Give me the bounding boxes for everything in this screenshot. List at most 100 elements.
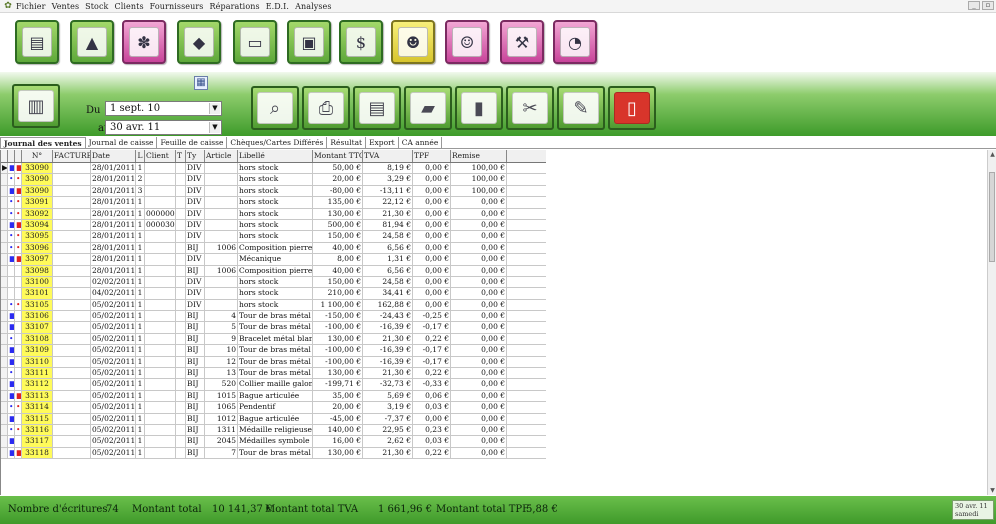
vertical-scrollbar[interactable]: ▲ ▼ <box>987 150 996 495</box>
minimize-icon[interactable]: _ <box>968 1 980 10</box>
scroll-down-icon[interactable]: ▼ <box>988 486 996 495</box>
cell-amount: 130,00 € <box>313 208 363 219</box>
table-row[interactable]: ■■3309728/01/20111DIVMécanique8,00 €1,31… <box>1 254 546 266</box>
table-row[interactable]: • • 33116 05/02/2011 1 BIJ 1311 Médaille religi… <box>1 424 546 437</box>
module-suppliers-button[interactable]: ☻ <box>391 20 435 64</box>
module-pyramid-button[interactable]: ▲ <box>70 20 114 64</box>
table-row[interactable]: • • 33105 05/02/2011 1 DIV hors stock 1 100,00 … <box>1 299 546 312</box>
module-caisse-button[interactable]: ▤ <box>15 20 59 64</box>
to-date-select[interactable]: 30 avr. 11 ▼ <box>105 120 222 135</box>
module-gifts-button[interactable]: ✽ <box>122 20 166 64</box>
menu-stock[interactable]: Stock <box>85 2 108 11</box>
module-money-button[interactable]: $ <box>339 20 383 64</box>
table-row[interactable]: ■■3311305/02/20111BIJ1015Bague articulée… <box>1 390 546 403</box>
table-row[interactable]: ■ 33109 05/02/20111 BIJ10Tour de bras métal… <box>1 345 546 357</box>
table-row[interactable]: ■ 33112 05/02/20111 BIJ520Collier maille ga… <box>1 379 546 391</box>
tab-export[interactable]: Export <box>366 137 399 148</box>
col-header-t[interactable]: T <box>176 150 186 162</box>
table-row[interactable]: ■■3309428/01/20111000030DIVhors stock500… <box>1 219 546 232</box>
col-header-article[interactable]: Article <box>205 150 238 162</box>
menu-clients[interactable]: Clients <box>115 2 144 11</box>
menu-fournisseurs[interactable]: Fournisseurs <box>150 2 204 11</box>
cell-tpf: 0,00 € <box>413 276 451 288</box>
cell-discount: 100,00 € <box>451 163 507 174</box>
table-row[interactable]: • • 33090 28/01/2011 2 DIV hors stock 20,00 €3,… <box>1 174 546 186</box>
export-folder-button[interactable]: ▰ <box>404 86 452 130</box>
tab-journal-ventes[interactable]: Journal des ventes <box>0 137 86 148</box>
table-row[interactable]: ■■3311805/02/20111BIJ7Tour de bras métal… <box>1 447 546 460</box>
search-button[interactable]: ⌕ <box>251 86 299 130</box>
col-header-line[interactable]: L <box>136 150 145 162</box>
cell-discount: 0,00 € <box>451 276 507 288</box>
restore-icon[interactable]: ▫ <box>982 1 994 10</box>
tab-ca-annee[interactable]: CA année <box>398 137 443 148</box>
table-row[interactable]: 33101 04/02/2011 1 DIV hors stock 210,00 €34,… <box>1 288 546 300</box>
cell-label: hors stock <box>238 299 313 311</box>
col-header-amount[interactable]: Montant TTC <box>313 150 363 162</box>
cell-client <box>145 276 176 288</box>
chevron-down-icon[interactable]: ▼ <box>209 122 220 133</box>
table-row[interactable]: ■3310705/02/20111BIJ5Tour de bras métal-… <box>1 322 546 334</box>
table-row[interactable]: • • 33091 28/01/2011 1 DIV hors stock 135,00 €2… <box>1 197 546 209</box>
module-analyses-button[interactable]: ◔ <box>553 20 597 64</box>
module-customers-button[interactable]: ☺ <box>445 20 489 64</box>
col-header-number[interactable]: N° <box>22 150 53 162</box>
spreadsheet-export-icon[interactable]: ▦ <box>194 76 208 90</box>
menu-analyses[interactable]: Analyses <box>295 2 332 11</box>
building-button[interactable]: ▥ <box>12 84 60 128</box>
table-row[interactable]: • • 33096 28/01/2011 1 BIJ 1006 Composition pie… <box>1 242 546 255</box>
col-header-discount[interactable]: Remise <box>451 150 507 162</box>
table-row[interactable]: ■3311505/02/20111BIJ1012Bague articulée-… <box>1 413 546 425</box>
cell-invoice <box>53 447 91 459</box>
col-header-tva[interactable]: TVA <box>363 150 413 162</box>
tab-resultat[interactable]: Résultat <box>327 137 367 148</box>
col-header-invoice[interactable]: FACTURE <box>53 150 91 162</box>
menu-edi[interactable]: E.D.I. <box>266 2 289 11</box>
table-row[interactable]: • • 33114 05/02/2011 1 BIJ 1065 Pendentif 20,00 … <box>1 402 546 414</box>
col-header-flag-a[interactable] <box>8 150 15 162</box>
scroll-thumb[interactable] <box>989 172 995 262</box>
table-row[interactable]: • • 33092 28/01/2011 1 000000 DIV hors stock 130… <box>1 208 546 220</box>
chevron-down-icon[interactable]: ▼ <box>209 103 220 114</box>
table-row[interactable]: ▶■■3309028/01/20111DIVhors stock50,00 €8… <box>1 163 546 175</box>
clipboard-button[interactable]: ▤ <box>353 86 401 130</box>
col-header-flag-b[interactable] <box>15 150 22 162</box>
table-row[interactable]: • 33111 05/02/2011 1 BIJ 13 Tour de bras métal… <box>1 368 546 380</box>
edit-button[interactable]: ✎ <box>557 86 605 130</box>
module-document-button[interactable]: ▭ <box>233 20 277 64</box>
menu-fichier[interactable]: Fichier <box>16 2 46 11</box>
module-repairs-button[interactable]: ⚒ <box>500 20 544 64</box>
scroll-up-icon[interactable]: ▲ <box>988 150 996 159</box>
module-safe-button[interactable]: ▣ <box>287 20 331 64</box>
tab-cheques-cartes[interactable]: Chèques/Cartes Différés <box>227 137 328 148</box>
menu-reparations[interactable]: Réparations <box>210 2 260 11</box>
tab-feuille-caisse[interactable]: Feuille de caisse <box>157 137 228 148</box>
cell-label: hors stock <box>238 163 313 174</box>
tools-button[interactable]: ✂ <box>506 86 554 130</box>
col-header-date[interactable]: Date <box>91 150 136 162</box>
print-button[interactable]: ⎙ <box>302 86 350 130</box>
table-row[interactable]: ■3310605/02/20111BIJ4Tour de bras métal-… <box>1 311 546 323</box>
table-row[interactable]: • • 33095 28/01/2011 1 DIV hors stock 150,00 €2… <box>1 231 546 243</box>
exit-button[interactable]: ▯ <box>608 86 656 130</box>
table-row[interactable]: ■■3309028/01/20113DIVhors stock-80,00 €-… <box>1 185 546 198</box>
cell-date: 28/01/2011 <box>92 254 136 265</box>
table-row[interactable]: • 33108 05/02/20111 BIJ9Bracelet métal blan… <box>1 333 546 346</box>
trash-button[interactable]: ▮ <box>455 86 503 130</box>
table-row[interactable]: 33100 02/02/2011 1 DIV hors stock 150,00 €24,… <box>1 276 546 289</box>
cell-amount: -80,00 € <box>313 185 363 197</box>
col-header-client[interactable]: Client <box>145 150 176 162</box>
cell-amount: 8,00 € <box>313 254 363 265</box>
cell-amount: 130,00 € <box>313 447 363 459</box>
cell-t <box>176 413 186 424</box>
col-header-tpf[interactable]: TPF <box>413 150 451 162</box>
menu-ventes[interactable]: Ventes <box>52 2 80 11</box>
table-row[interactable]: ■ 33117 05/02/20111 BIJ2045Médailles symbol… <box>1 436 546 448</box>
col-header-type[interactable]: Ty <box>186 150 205 162</box>
table-row[interactable]: 33098 28/01/2011 1 BIJ 1006 Composition pierr… <box>1 265 546 277</box>
module-diamond-button[interactable]: ◆ <box>177 20 221 64</box>
col-header-label[interactable]: Libellé <box>238 150 313 162</box>
from-date-select[interactable]: 1 sept. 10 ▼ <box>105 101 222 116</box>
table-row[interactable]: ■ 33110 05/02/20111 BIJ12Tour de bras métal… <box>1 356 546 369</box>
tab-journal-caisse[interactable]: Journal de caisse <box>85 137 158 148</box>
